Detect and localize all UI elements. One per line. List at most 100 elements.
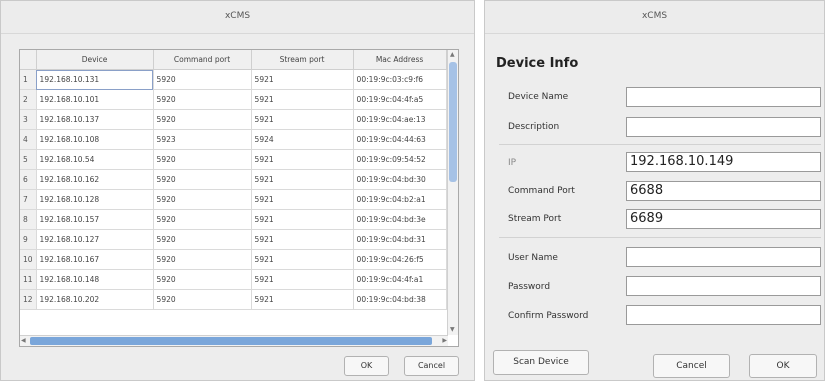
stream-port-cell[interactable]: 5921 xyxy=(251,209,354,230)
command-port-cell[interactable]: 5920 xyxy=(153,229,252,250)
command-port-cell[interactable]: 5920 xyxy=(153,269,252,290)
ip-label: IP xyxy=(508,158,517,168)
mac-address-cell[interactable]: 00:19:9c:04:bd:3e xyxy=(353,209,447,230)
scan-device-button[interactable]: Scan Device xyxy=(493,350,589,375)
mac-address-cell[interactable]: 00:19:9c:04:bd:38 xyxy=(353,289,447,310)
command-port-cell[interactable]: 5920 xyxy=(153,89,252,110)
command-port-cell[interactable]: 5920 xyxy=(153,209,252,230)
stream-port-cell[interactable]: 5921 xyxy=(251,149,354,170)
device-cell[interactable]: 192.168.10.202 xyxy=(36,289,154,310)
command-port-field[interactable]: 6688 xyxy=(626,181,821,201)
command-port-cell[interactable]: 5920 xyxy=(153,149,252,170)
command-port-cell[interactable]: 5920 xyxy=(153,249,252,270)
table-row[interactable]: 6 192.168.10.162 5920 5921 00:19:9c:04:bd:30 xyxy=(20,169,447,190)
device-cell[interactable]: 192.168.10.167 xyxy=(36,249,154,270)
command-port-cell[interactable]: 5923 xyxy=(153,129,252,150)
command-port-cell[interactable]: 5920 xyxy=(153,189,252,210)
stream-port-cell[interactable]: 5921 xyxy=(251,249,354,270)
device-cell[interactable]: 192.168.10.131 xyxy=(36,69,154,90)
row-number-cell[interactable]: 1 xyxy=(20,69,37,90)
device-cell[interactable]: 192.168.10.108 xyxy=(36,129,154,150)
password-label: Password xyxy=(508,282,551,292)
confirm-password-field[interactable] xyxy=(626,305,821,325)
column-header-device[interactable]: Device xyxy=(36,50,154,70)
table-row[interactable]: 7 192.168.10.128 5920 5921 00:19:9c:04:b2:a1 xyxy=(20,189,447,210)
horizontal-scroll-thumb[interactable] xyxy=(30,337,432,345)
stream-port-cell[interactable]: 5921 xyxy=(251,289,354,310)
horizontal-scrollbar[interactable]: ◀ ▶ xyxy=(20,335,448,346)
table-row[interactable]: 4 192.168.10.108 5923 5924 00:19:9c:04:44:63 xyxy=(20,129,447,150)
table-row[interactable]: 9 192.168.10.127 5920 5921 00:19:9c:04:bd:31 xyxy=(20,229,447,250)
command-port-cell[interactable]: 5920 xyxy=(153,289,252,310)
mac-address-cell[interactable]: 00:19:9c:04:b2:a1 xyxy=(353,189,447,210)
mac-address-cell[interactable]: 00:19:9c:04:4f:a5 xyxy=(353,89,447,110)
table-row[interactable]: 8 192.168.10.157 5920 5921 00:19:9c:04:bd:3e xyxy=(20,209,447,230)
command-port-cell[interactable]: 5920 xyxy=(153,109,252,130)
row-number-cell[interactable]: 2 xyxy=(20,89,37,110)
mac-address-cell[interactable]: 00:19:9c:04:bd:31 xyxy=(353,229,447,250)
up-arrow-icon[interactable]: ▲ xyxy=(450,50,455,60)
command-port-label: Command Port xyxy=(508,186,575,196)
device-cell[interactable]: 192.168.10.162 xyxy=(36,169,154,190)
device-cell[interactable]: 192.168.10.157 xyxy=(36,209,154,230)
table-row[interactable]: 10 192.168.10.167 5920 5921 00:19:9c:04:26:f… xyxy=(20,249,447,270)
stream-port-cell[interactable]: 5921 xyxy=(251,169,354,190)
password-field[interactable] xyxy=(626,276,821,296)
column-header-command-port[interactable]: Command port xyxy=(153,50,252,70)
mac-address-cell[interactable]: 00:19:9c:04:44:63 xyxy=(353,129,447,150)
stream-port-cell[interactable]: 5921 xyxy=(251,189,354,210)
mac-address-cell[interactable]: 00:19:9c:04:4f:a1 xyxy=(353,269,447,290)
ok-button[interactable]: OK xyxy=(344,356,389,376)
row-number-cell[interactable]: 11 xyxy=(20,269,37,290)
row-number-cell[interactable]: 4 xyxy=(20,129,37,150)
device-name-field[interactable] xyxy=(626,87,821,107)
command-port-cell[interactable]: 5920 xyxy=(153,69,252,90)
user-name-field[interactable] xyxy=(626,247,821,267)
vertical-scrollbar[interactable]: ▲ ▼ xyxy=(447,50,458,335)
ok-button[interactable]: OK xyxy=(749,354,817,378)
cancel-button[interactable]: Cancel xyxy=(404,356,459,376)
vertical-scroll-thumb[interactable] xyxy=(449,62,457,182)
row-number-cell[interactable]: 6 xyxy=(20,169,37,190)
row-number-cell[interactable]: 8 xyxy=(20,209,37,230)
table-row[interactable]: 3 192.168.10.137 5920 5921 00:19:9c:04:ae:13 xyxy=(20,109,447,130)
row-number-cell[interactable]: 3 xyxy=(20,109,37,130)
table-row[interactable]: 5 192.168.10.54 5920 5921 00:19:9c:09:54:52 xyxy=(20,149,447,170)
stream-port-cell[interactable]: 5921 xyxy=(251,89,354,110)
mac-address-cell[interactable]: 00:19:9c:09:54:52 xyxy=(353,149,447,170)
mac-address-cell[interactable]: 00:19:9c:04:26:f5 xyxy=(353,249,447,270)
column-header-mac-address[interactable]: Mac Address xyxy=(353,50,447,70)
stream-port-cell[interactable]: 5921 xyxy=(251,229,354,250)
column-header-stream-port[interactable]: Stream port xyxy=(251,50,354,70)
row-number-cell[interactable]: 5 xyxy=(20,149,37,170)
device-cell[interactable]: 192.168.10.148 xyxy=(36,269,154,290)
mac-address-cell[interactable]: 00:19:9c:04:bd:30 xyxy=(353,169,447,190)
device-cell[interactable]: 192.168.10.137 xyxy=(36,109,154,130)
description-field[interactable] xyxy=(626,117,821,137)
down-arrow-icon[interactable]: ▼ xyxy=(450,325,455,335)
row-number-cell[interactable]: 9 xyxy=(20,229,37,250)
left-arrow-icon[interactable]: ◀ xyxy=(21,336,26,346)
table-row[interactable]: 1 192.168.10.131 5920 5921 00:19:9c:03:c9:f6 xyxy=(20,69,447,90)
device-cell[interactable]: 192.168.10.101 xyxy=(36,89,154,110)
device-cell[interactable]: 192.168.10.128 xyxy=(36,189,154,210)
stream-port-cell[interactable]: 5921 xyxy=(251,269,354,290)
device-cell[interactable]: 192.168.10.54 xyxy=(36,149,154,170)
row-number-cell[interactable]: 12 xyxy=(20,289,37,310)
device-cell[interactable]: 192.168.10.127 xyxy=(36,229,154,250)
mac-address-cell[interactable]: 00:19:9c:03:c9:f6 xyxy=(353,69,447,90)
table-row[interactable]: 12 192.168.10.202 5920 5921 00:19:9c:04:bd:3… xyxy=(20,289,447,310)
right-arrow-icon[interactable]: ▶ xyxy=(442,336,447,346)
table-row[interactable]: 11 192.168.10.148 5920 5921 00:19:9c:04:4f:a… xyxy=(20,269,447,290)
command-port-cell[interactable]: 5920 xyxy=(153,169,252,190)
row-number-cell[interactable]: 10 xyxy=(20,249,37,270)
row-number-cell[interactable]: 7 xyxy=(20,189,37,210)
stream-port-cell[interactable]: 5921 xyxy=(251,109,354,130)
cancel-button[interactable]: Cancel xyxy=(653,354,730,378)
table-row[interactable]: 2 192.168.10.101 5920 5921 00:19:9c:04:4f:a5 xyxy=(20,89,447,110)
stream-port-cell[interactable]: 5924 xyxy=(251,129,354,150)
mac-address-cell[interactable]: 00:19:9c:04:ae:13 xyxy=(353,109,447,130)
stream-port-cell[interactable]: 5921 xyxy=(251,69,354,90)
ip-field[interactable]: 192.168.10.149 xyxy=(626,152,821,172)
stream-port-field[interactable]: 6689 xyxy=(626,209,821,229)
